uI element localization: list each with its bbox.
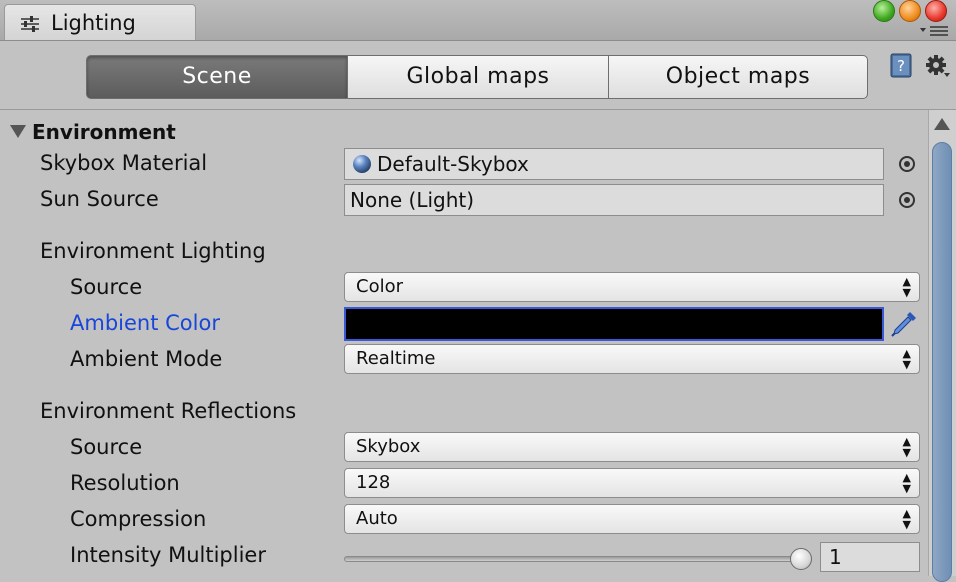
object-picker-icon[interactable] [899, 192, 915, 208]
ambient-color-field[interactable] [344, 307, 884, 341]
help-book-icon[interactable]: ? [889, 53, 913, 79]
svg-text:?: ? [897, 57, 905, 75]
reflection-source-dropdown[interactable]: Skybox ▲ ▼ [344, 432, 920, 462]
foldout-triangle-icon[interactable] [10, 125, 26, 138]
dropdown-value: Realtime [356, 348, 436, 369]
dropdown-value: 128 [356, 472, 391, 493]
eyedropper-icon[interactable] [888, 308, 920, 340]
intensity-multiplier-label: Intensity Multiplier [70, 543, 266, 567]
skybox-material-field[interactable]: Default-Skybox [344, 148, 884, 180]
ambient-color-label: Ambient Color [70, 311, 220, 335]
dropdown-arrows-icon: ▲ ▼ [902, 471, 911, 495]
skybox-material-label: Skybox Material [40, 151, 208, 175]
window-title: Lighting [51, 11, 136, 35]
lighting-sliders-icon [21, 16, 39, 32]
intensity-value-field[interactable]: 1 [820, 542, 920, 572]
tab-lighting[interactable]: Lighting [4, 4, 196, 40]
vertical-scrollbar[interactable] [928, 110, 956, 582]
skybox-material-value: Default-Skybox [377, 152, 529, 176]
resolution-dropdown[interactable]: 128 ▲ ▼ [344, 468, 920, 498]
object-picker-icon[interactable] [899, 156, 915, 172]
environment-section-header[interactable]: Environment [10, 120, 176, 144]
panel-menu-icon[interactable] [918, 24, 950, 38]
dropdown-value: Skybox [356, 436, 421, 457]
scrollbar-thumb[interactable] [932, 142, 952, 582]
tab-object-maps[interactable]: Object maps [608, 55, 868, 99]
lighting-source-label: Source [70, 275, 143, 299]
dropdown-arrows-icon: ▲ ▼ [902, 275, 911, 299]
environment-panel: Environment Skybox Material Default-Skyb… [0, 110, 928, 576]
material-sphere-icon [353, 155, 371, 173]
dropdown-value: Color [356, 276, 403, 297]
scroll-up-arrow-icon[interactable] [934, 118, 950, 130]
dropdown-arrows-icon: ▲ ▼ [902, 435, 911, 459]
dropdown-arrows-icon: ▲ ▼ [902, 507, 911, 531]
environment-reflections-header: Environment Reflections [40, 399, 297, 423]
window-titlebar: Lighting [0, 0, 956, 41]
environment-lighting-header: Environment Lighting [40, 239, 266, 263]
compression-label: Compression [70, 507, 207, 531]
sun-source-field[interactable]: None (Light) [344, 184, 884, 216]
maximize-button[interactable] [873, 0, 895, 22]
sun-source-label: Sun Source [40, 187, 159, 211]
minimize-button[interactable] [899, 0, 921, 22]
section-title: Environment [32, 120, 176, 144]
gear-icon[interactable] [924, 53, 952, 79]
tab-global-maps[interactable]: Global maps [347, 55, 609, 99]
lighting-toolbar: Scene Global maps Object maps ? [0, 41, 956, 110]
intensity-slider-knob[interactable] [790, 548, 812, 570]
ambient-mode-dropdown[interactable]: Realtime ▲ ▼ [344, 344, 920, 374]
resolution-label: Resolution [70, 471, 180, 495]
close-button[interactable] [925, 0, 947, 22]
lighting-source-dropdown[interactable]: Color ▲ ▼ [344, 272, 920, 302]
tab-scene[interactable]: Scene [86, 55, 348, 99]
reflection-source-label: Source [70, 435, 143, 459]
dropdown-arrows-icon: ▲ ▼ [902, 347, 911, 371]
dropdown-value: Auto [356, 508, 398, 529]
ambient-mode-label: Ambient Mode [70, 347, 223, 371]
compression-dropdown[interactable]: Auto ▲ ▼ [344, 504, 920, 534]
intensity-slider-track[interactable] [344, 556, 804, 562]
